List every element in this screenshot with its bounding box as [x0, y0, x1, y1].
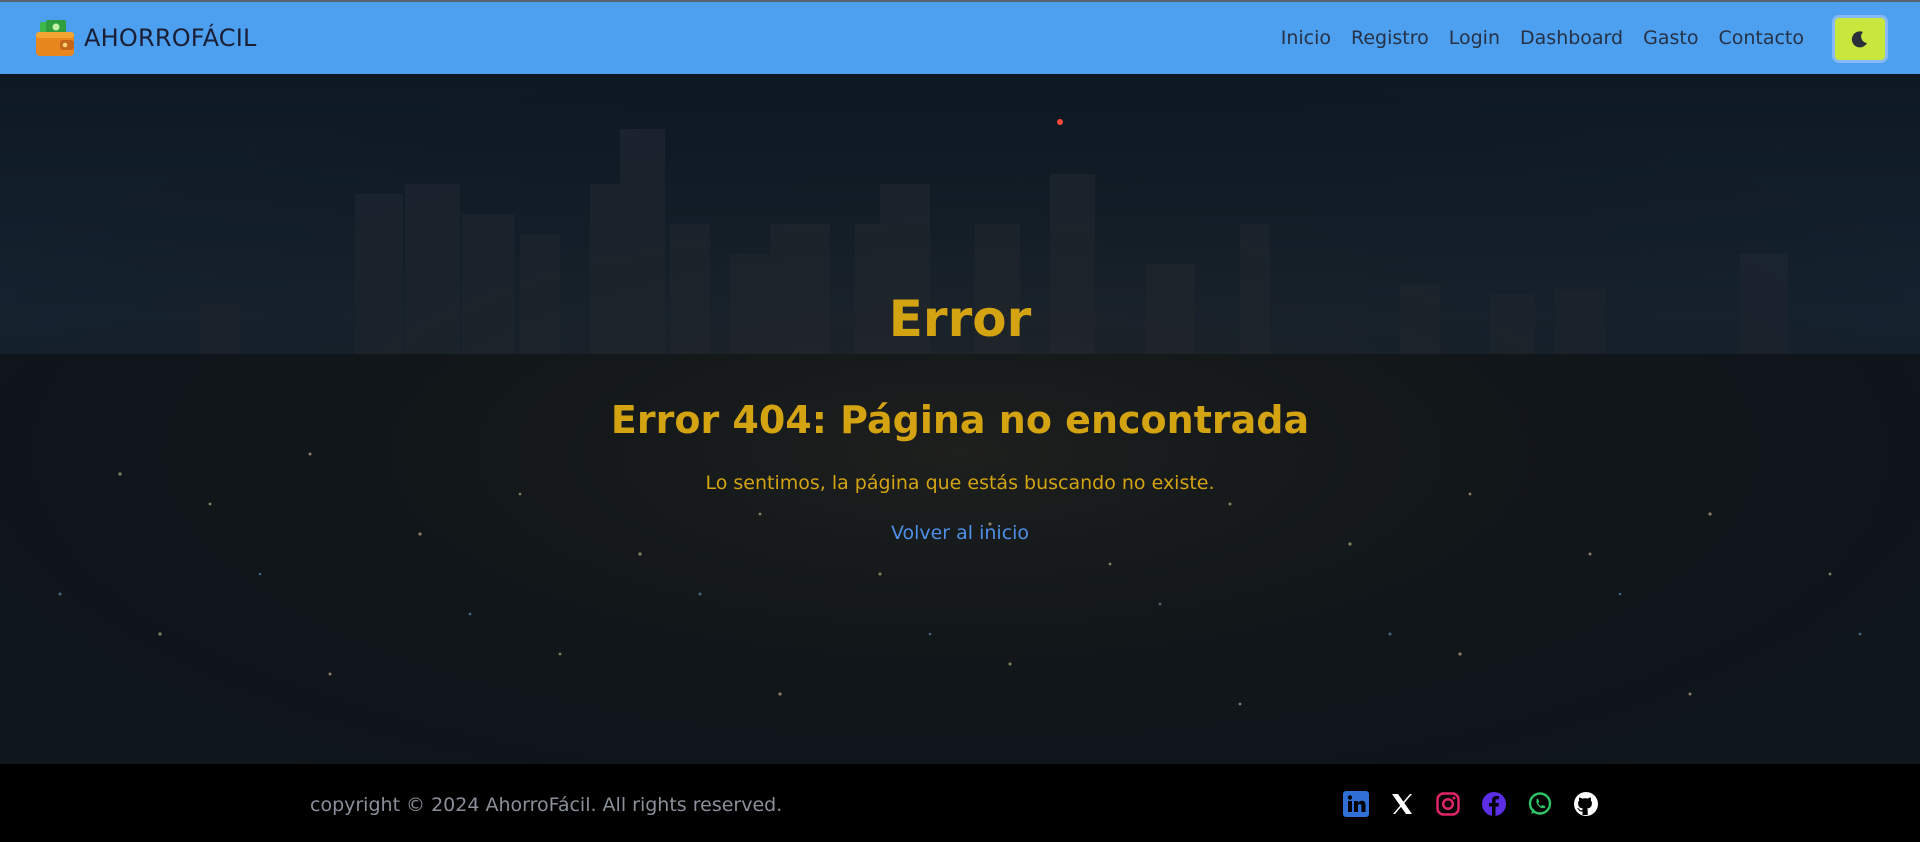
copyright-text: copyright © 2024 AhorroFácil. All rights… — [310, 794, 783, 816]
social-links — [1342, 790, 1618, 818]
nav-link-registro[interactable]: Registro — [1351, 27, 1429, 49]
github-icon[interactable] — [1572, 790, 1600, 818]
instagram-icon[interactable] — [1434, 790, 1462, 818]
x-icon[interactable] — [1388, 790, 1416, 818]
moon-icon — [1851, 31, 1867, 48]
facebook-icon[interactable] — [1480, 790, 1508, 818]
footer: copyright © 2024 AhorroFácil. All rights… — [0, 764, 1920, 842]
theme-toggle-button[interactable] — [1832, 15, 1888, 63]
navbar: AHORROFÁCIL Inicio Registro Login Dashbo… — [0, 0, 1920, 74]
brand[interactable]: AHORROFÁCIL — [34, 18, 257, 58]
nav-link-login[interactable]: Login — [1449, 27, 1500, 49]
nav-link-inicio[interactable]: Inicio — [1281, 27, 1331, 49]
error-title: Error — [888, 290, 1032, 348]
wallet-logo-icon — [36, 20, 74, 56]
hero-section: Error Error 404: Página no encontrada Lo… — [0, 74, 1920, 764]
nav-links: Inicio Registro Login Dashboard Gasto Co… — [1261, 2, 1804, 74]
error-content: Error Error 404: Página no encontrada Lo… — [0, 74, 1920, 764]
nav-link-dashboard[interactable]: Dashboard — [1520, 27, 1623, 49]
whatsapp-icon[interactable] — [1526, 790, 1554, 818]
error-message: Lo sentimos, la página que estás buscand… — [705, 472, 1215, 494]
brand-name: AHORROFÁCIL — [84, 24, 257, 52]
nav-link-gasto[interactable]: Gasto — [1643, 27, 1698, 49]
linkedin-icon[interactable] — [1342, 790, 1370, 818]
error-subtitle: Error 404: Página no encontrada — [610, 398, 1310, 442]
back-home-link[interactable]: Volver al inicio — [0, 522, 1920, 544]
nav-link-contacto[interactable]: Contacto — [1718, 27, 1804, 49]
